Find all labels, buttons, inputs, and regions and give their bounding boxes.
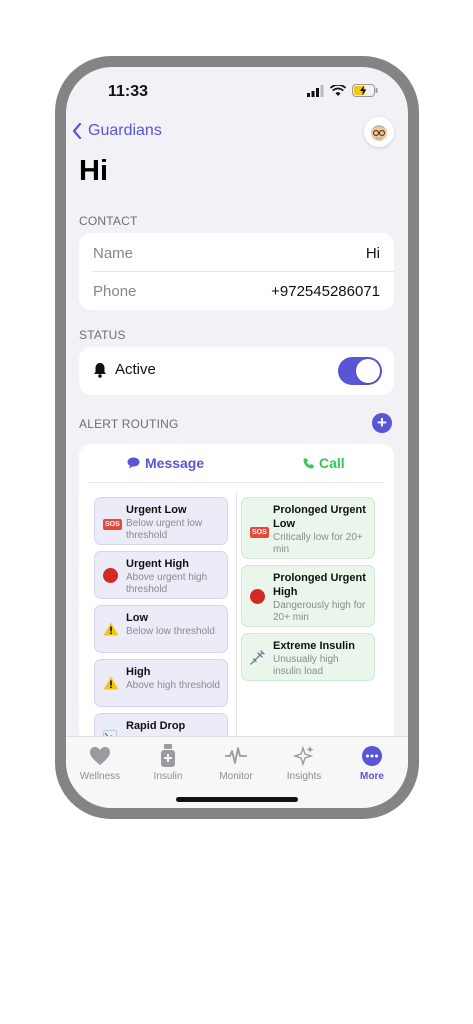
warning-icon — [103, 622, 119, 639]
sos-icon: SOS — [250, 527, 269, 538]
status-card: Active — [79, 347, 394, 395]
call-tab-label: Call — [319, 455, 345, 471]
tab-monitor[interactable]: Monitor — [205, 743, 267, 782]
toggle-knob — [356, 359, 380, 383]
alert-title: Rapid Drop — [126, 720, 186, 732]
alert-subtitle: Unusually high insulin load — [273, 654, 339, 677]
add-routing-button[interactable]: + — [372, 413, 392, 433]
more-icon — [341, 743, 403, 769]
alert-title: Urgent Low — [126, 504, 187, 516]
status-icons — [307, 84, 378, 97]
alert-item[interactable]: Low Below low threshold — [94, 605, 228, 653]
alert-subtitle: Critically low for 20+ min — [273, 532, 363, 555]
alert-subtitle: Below urgent low threshold — [126, 518, 203, 541]
tab-insights[interactable]: Insights — [273, 743, 335, 782]
waveform-icon — [205, 743, 267, 769]
message-bubble-icon — [127, 457, 140, 469]
alert-title: Low — [126, 612, 148, 624]
active-label: Active — [115, 361, 156, 378]
sos-icon: SOS — [103, 519, 122, 530]
alert-item[interactable]: Urgent High Above urgent high threshold — [94, 551, 228, 599]
alert-subtitle: Above high threshold — [126, 680, 220, 691]
sparkles-icon — [273, 743, 335, 769]
tab-more[interactable]: More — [341, 743, 403, 782]
alert-item[interactable]: SOS Prolonged Urgent Low Critically low … — [241, 497, 375, 559]
contact-divider — [93, 271, 394, 272]
alert-subtitle: Above urgent high threshold — [126, 572, 208, 595]
alert-item[interactable]: SOS Urgent Low Below urgent low threshol… — [94, 497, 228, 545]
status-section-label: STATUS — [79, 328, 126, 342]
name-row[interactable]: Name Hi — [93, 243, 380, 263]
avatar[interactable] — [364, 117, 394, 147]
phone-screen: 11:33 Guardians Hi CONTACT Name Hi Phone… — [66, 67, 408, 808]
red-circle-icon — [250, 589, 265, 607]
phone-icon — [303, 458, 314, 468]
message-tab[interactable]: Message — [127, 455, 204, 471]
alert-subtitle: Dangerously high for 20+ min — [273, 600, 366, 623]
contact-section-label: CONTACT — [79, 214, 138, 228]
call-tab[interactable]: Call — [303, 455, 345, 471]
name-label: Name — [93, 244, 134, 262]
syringe-icon — [250, 650, 265, 668]
alert-title: Prolonged Urgent High — [273, 572, 366, 598]
alert-title: Extreme Insulin — [273, 640, 355, 652]
tab-insulin-label: Insulin — [153, 771, 183, 782]
phone-row[interactable]: Phone +972545286071 — [93, 281, 380, 301]
tab-more-label: More — [360, 771, 384, 782]
alert-routing-section-label: ALERT ROUTING — [79, 417, 179, 431]
alert-title: Prolonged Urgent Low — [273, 504, 366, 530]
tab-wellness-label: Wellness — [79, 771, 121, 782]
home-indicator[interactable] — [176, 797, 298, 802]
alert-routing-card: Message Call SOS Urgent Low Below urgent… — [79, 444, 394, 744]
heart-icon — [69, 743, 131, 769]
back-label: Guardians — [88, 122, 162, 139]
wifi-icon — [330, 84, 346, 96]
signal-icon — [307, 84, 324, 97]
active-row: Active — [93, 361, 156, 378]
page-title: Hi — [79, 155, 108, 187]
memoji-avatar-icon — [371, 125, 387, 141]
insulin-vial-icon — [137, 743, 199, 769]
alert-item[interactable]: Prolonged Urgent High Dangerously high f… — [241, 565, 375, 627]
bell-icon — [94, 362, 106, 378]
message-tab-label: Message — [145, 455, 205, 471]
chevron-left-icon — [72, 123, 82, 139]
warning-icon — [103, 676, 119, 693]
name-value: Hi — [365, 244, 380, 262]
battery-charging-icon — [352, 84, 378, 97]
tab-insulin[interactable]: Insulin — [137, 743, 199, 782]
phone-label: Phone — [93, 282, 137, 300]
alert-title: Urgent High — [126, 558, 189, 570]
tab-wellness[interactable]: Wellness — [69, 743, 131, 782]
alert-item[interactable]: High Above high threshold — [94, 659, 228, 707]
back-button[interactable]: Guardians — [72, 122, 162, 140]
tab-insights-label: Insights — [286, 771, 322, 782]
active-toggle[interactable] — [338, 357, 382, 385]
tab-monitor-label: Monitor — [219, 771, 253, 782]
red-circle-icon — [103, 568, 118, 586]
phone-value: +972545286071 — [271, 282, 380, 300]
alert-title: High — [126, 666, 151, 678]
alert-subtitle: Below low threshold — [126, 626, 215, 637]
contact-card: Name Hi Phone +972545286071 — [79, 233, 394, 310]
column-divider — [236, 492, 237, 744]
alert-item[interactable]: Extreme Insulin Unusually high insulin l… — [241, 633, 375, 681]
status-time: 11:33 — [108, 83, 149, 100]
